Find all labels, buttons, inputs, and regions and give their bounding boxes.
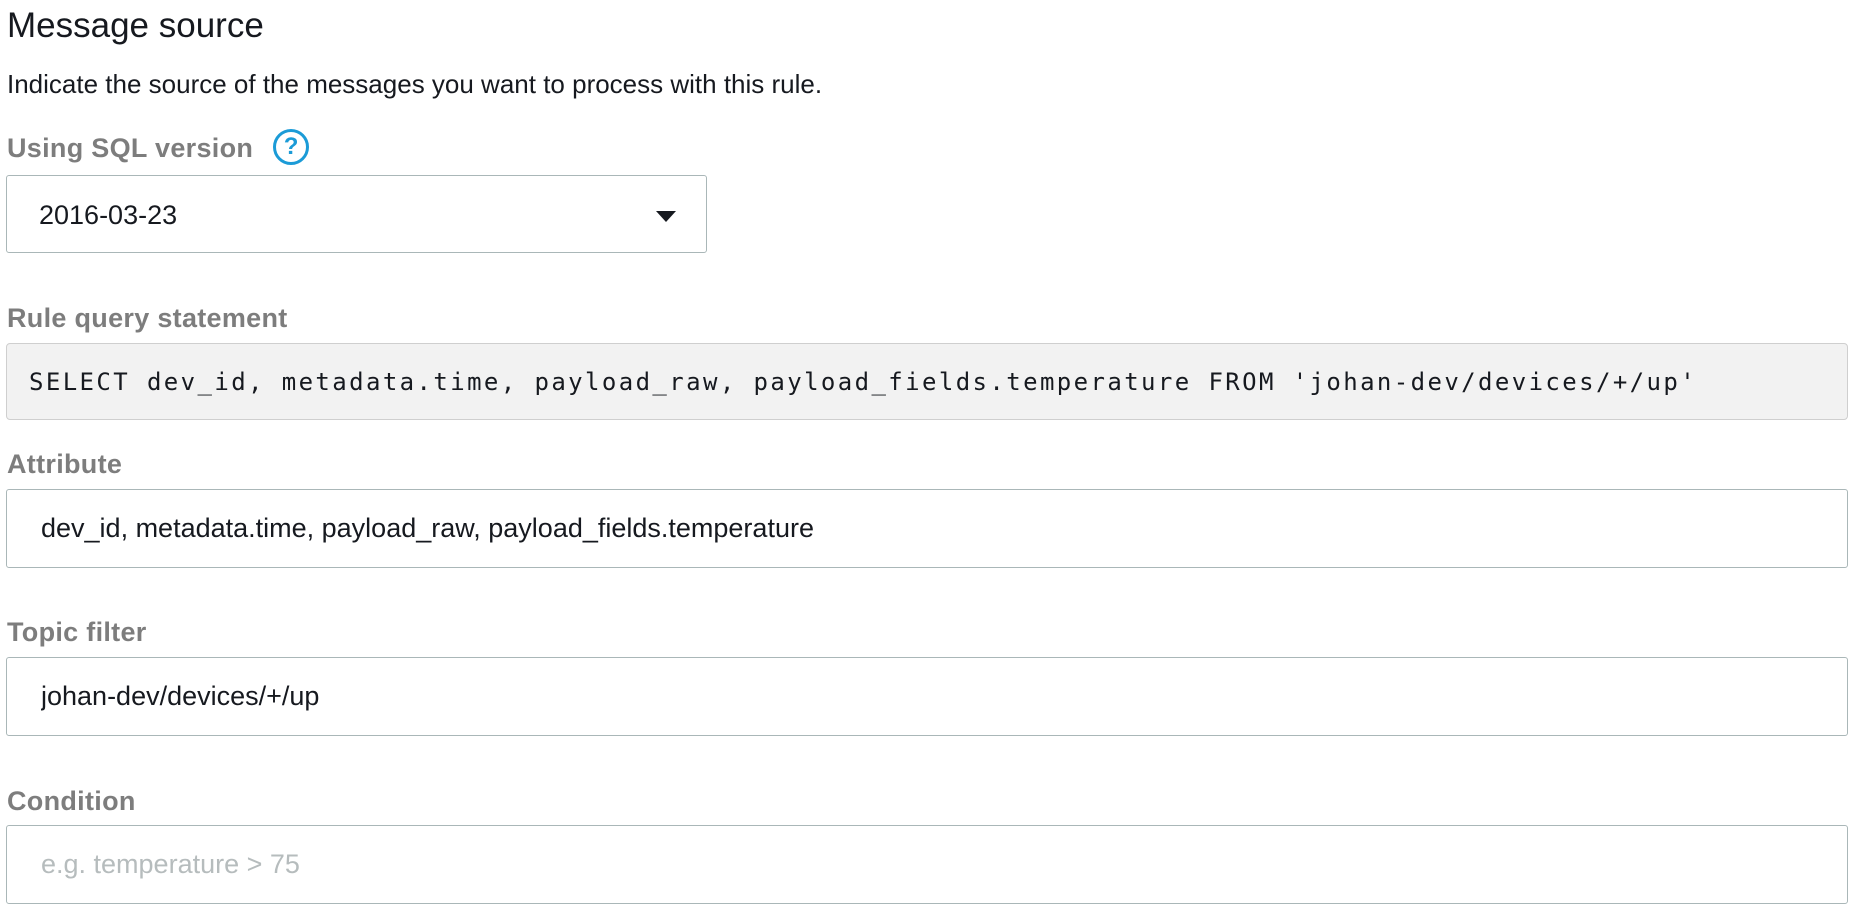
topic-filter-label: Topic filter xyxy=(7,617,147,647)
message-source-section: Message source Indicate the source of th… xyxy=(0,0,1854,912)
help-icon[interactable]: ? xyxy=(273,129,310,165)
section-description: Indicate the source of the messages you … xyxy=(7,69,823,99)
topic-filter-input[interactable] xyxy=(6,657,1848,736)
section-title: Message source xyxy=(7,6,264,45)
attribute-label: Attribute xyxy=(7,449,123,479)
condition-input[interactable] xyxy=(6,825,1848,904)
rule-query-statement: SELECT dev_id, metadata.time, payload_ra… xyxy=(29,368,1698,396)
condition-label: Condition xyxy=(7,786,136,816)
sql-version-label: Using SQL version xyxy=(7,133,254,163)
caret-down-icon xyxy=(656,211,676,222)
attribute-input[interactable] xyxy=(6,489,1848,568)
sql-version-select[interactable]: 2016-03-23 xyxy=(6,175,707,253)
sql-version-selected-value: 2016-03-23 xyxy=(39,200,178,230)
sql-version-label-row: Using SQL version ? xyxy=(7,129,310,165)
rule-query-label: Rule query statement xyxy=(7,303,288,333)
rule-query-statement-box: SELECT dev_id, metadata.time, payload_ra… xyxy=(6,343,1848,420)
